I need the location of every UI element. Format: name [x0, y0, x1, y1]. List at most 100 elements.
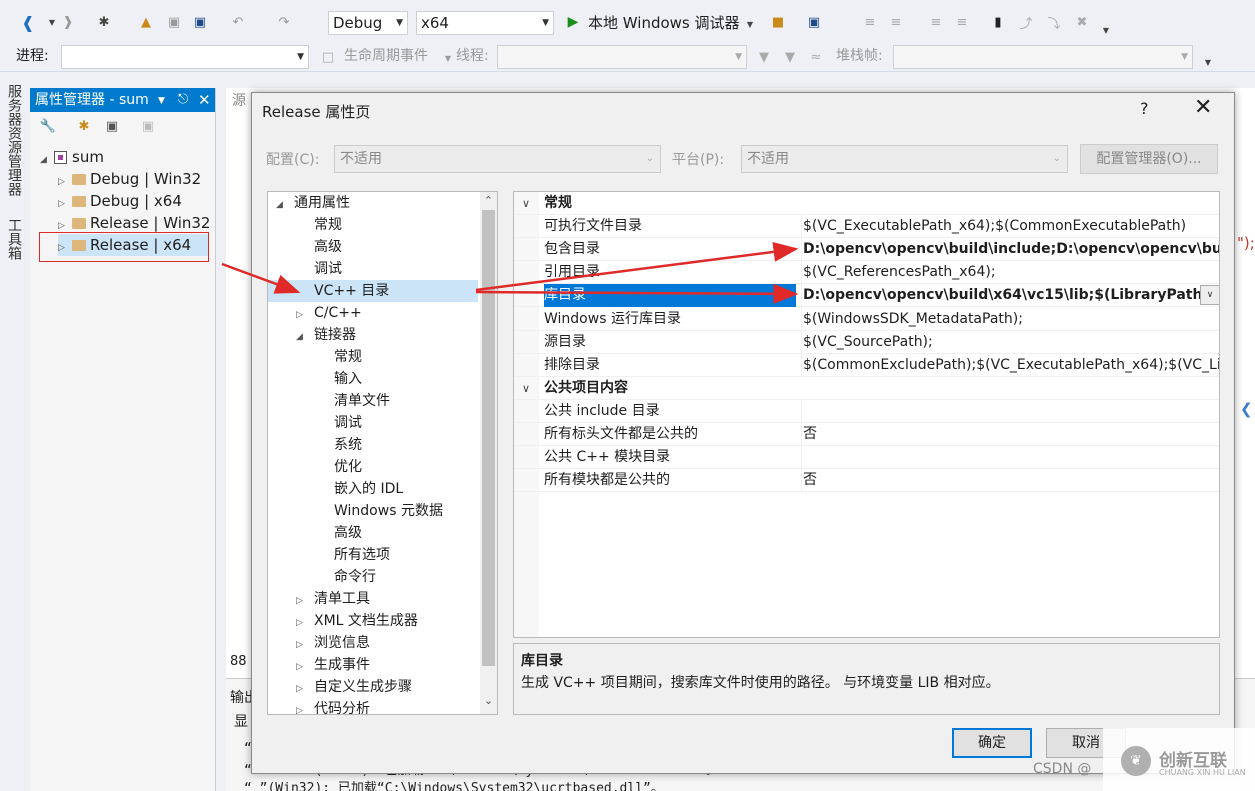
property-value[interactable]: D:\opencv\opencv\build\include;D:\opencv…: [801, 238, 1219, 262]
scroll-up-icon[interactable]: ⌃: [480, 194, 497, 207]
property-category-row[interactable]: ∨ 公共项目内容: [514, 377, 1219, 400]
collapsed-triangle-icon[interactable]: ▷: [296, 700, 308, 714]
wrench-icon[interactable]: 🔧: [40, 118, 56, 134]
pin-icon[interactable]: ⎋: [178, 88, 188, 112]
bookmark-icon[interactable]: ▮: [990, 14, 1006, 30]
property-row[interactable]: 公共 include 目录: [514, 399, 1219, 423]
indent-icon[interactable]: ≡: [928, 14, 944, 30]
process-select[interactable]: ▼: [61, 45, 309, 69]
property-row[interactable]: Windows 运行库目录 $(WindowsSDK_MetadataPath);: [514, 307, 1219, 331]
property-value[interactable]: $(VC_SourcePath);: [801, 330, 1219, 354]
toolbar-overflow-icon[interactable]: ▼: [1200, 54, 1216, 70]
back-icon[interactable]: ❰: [20, 13, 36, 32]
uncomment-icon[interactable]: ≡: [888, 14, 904, 30]
open-folder-icon[interactable]: ▲: [138, 14, 154, 30]
run-dropdown-icon[interactable]: ▼: [742, 16, 758, 32]
config-select[interactable]: 不适用 ⌄: [334, 145, 661, 173]
property-row[interactable]: 包含目录 D:\opencv\opencv\build\include;D:\op…: [514, 238, 1219, 262]
property-row[interactable]: 库目录 D:\opencv\opencv\build\x64\vc15\lib;$…: [514, 284, 1219, 308]
play-icon[interactable]: ▶: [565, 14, 581, 30]
forward-icon[interactable]: ❱: [60, 14, 76, 30]
redo-icon[interactable]: ↷: [276, 14, 292, 30]
collapse-category-icon[interactable]: ∨: [522, 377, 530, 400]
property-row[interactable]: 排除目录 $(CommonExcludePath);$(VC_Executable…: [514, 353, 1219, 377]
category-item[interactable]: 高级: [268, 236, 478, 258]
property-value[interactable]: $(WindowsSDK_MetadataPath);: [801, 307, 1219, 331]
property-row[interactable]: 引用目录 $(VC_ReferencesPath_x64);: [514, 261, 1219, 285]
outdent-icon[interactable]: ≡: [954, 14, 970, 30]
collapsed-triangle-icon[interactable]: ▷: [296, 590, 308, 612]
solution-config-select[interactable]: Debug ▼: [328, 11, 408, 35]
find-in-files-icon[interactable]: ■: [770, 14, 786, 30]
property-row[interactable]: 所有标头文件都是公共的 否: [514, 423, 1219, 446]
category-item[interactable]: VC++ 目录: [268, 280, 478, 302]
property-sheet-node[interactable]: ▷ Release | Win32: [58, 212, 210, 234]
category-item[interactable]: ▷ 自定义生成步骤: [268, 676, 478, 698]
next-bookmark-icon[interactable]: ⤵: [1046, 14, 1062, 32]
dialog-close-icon[interactable]: ✕: [1194, 95, 1212, 120]
stackframe-select[interactable]: ▼: [893, 45, 1193, 69]
save-all-icon[interactable]: ▣: [192, 14, 208, 30]
category-item[interactable]: 常规: [268, 346, 478, 368]
back-dropdown-icon[interactable]: ▼: [44, 14, 60, 30]
save-icon[interactable]: ▣: [166, 14, 182, 30]
scrollbar-thumb[interactable]: [482, 210, 495, 666]
category-item[interactable]: ▷ 代码分析: [268, 698, 478, 714]
browser-icon[interactable]: ▣: [806, 14, 822, 30]
property-value[interactable]: 否: [801, 469, 1219, 493]
category-item[interactable]: 常规: [268, 214, 478, 236]
clear-bookmarks-icon[interactable]: ✖: [1074, 14, 1090, 30]
help-button[interactable]: ?: [1140, 99, 1149, 118]
editor-tab-fragment[interactable]: 源: [232, 90, 246, 110]
collapsed-triangle-icon[interactable]: ▷: [296, 634, 308, 656]
property-value[interactable]: D:\opencv\opencv\build\x64\vc15\lib;$(Li…: [801, 284, 1219, 308]
filter-toggle-icon[interactable]: ▼: [782, 49, 798, 65]
property-value[interactable]: $(CommonExcludePath);$(VC_ExecutablePath…: [801, 353, 1219, 377]
project-node[interactable]: ◢ sum: [40, 146, 104, 168]
category-item[interactable]: ◢ 通用属性: [268, 192, 478, 214]
category-item[interactable]: 调试: [268, 258, 478, 280]
run-debugger-button[interactable]: 本地 Windows 调试器: [588, 13, 740, 33]
collapsed-triangle-icon[interactable]: ▷: [296, 304, 308, 326]
category-item[interactable]: ▷ XML 文档生成器: [268, 610, 478, 632]
property-category-row[interactable]: ∨ 常规: [514, 192, 1219, 215]
property-value[interactable]: $(VC_ExecutablePath_x64);$(CommonExecuta…: [801, 215, 1219, 239]
prev-bookmark-icon[interactable]: ⤴: [1018, 14, 1034, 32]
zoom-level[interactable]: 88: [230, 654, 247, 669]
window-menu-icon[interactable]: ▼: [158, 89, 165, 113]
category-item[interactable]: 高级: [268, 522, 478, 544]
property-value[interactable]: $(VC_ReferencesPath_x64);: [801, 261, 1219, 285]
undo-icon[interactable]: ↶: [230, 14, 246, 30]
config-manager-button[interactable]: 配置管理器(O)...: [1080, 144, 1218, 174]
property-value[interactable]: [801, 399, 1219, 423]
category-item[interactable]: 输入: [268, 368, 478, 390]
collapsed-triangle-icon[interactable]: ▷: [296, 678, 308, 700]
category-item[interactable]: 嵌入的 IDL: [268, 478, 478, 500]
collapsed-triangle-icon[interactable]: ▷: [296, 612, 308, 634]
category-item[interactable]: ▷ 浏览信息: [268, 632, 478, 654]
property-sheet-node[interactable]: ▷ Debug | Win32: [58, 168, 201, 190]
category-item[interactable]: ◢ 链接器: [268, 324, 478, 346]
collapse-category-icon[interactable]: ∨: [522, 192, 530, 215]
category-item[interactable]: ▷ 清单工具: [268, 588, 478, 610]
save-sheet-icon[interactable]: ▣: [140, 118, 156, 134]
property-value[interactable]: 否: [801, 423, 1219, 446]
property-value[interactable]: [801, 446, 1219, 470]
category-item[interactable]: 清单文件: [268, 390, 478, 412]
expanded-triangle-icon[interactable]: ◢: [276, 194, 288, 216]
tree-scrollbar[interactable]: ⌃ ⌄: [480, 192, 497, 714]
lifecycle-dropdown-icon[interactable]: ▼: [440, 50, 456, 66]
collapsed-triangle-icon[interactable]: ▷: [296, 656, 308, 678]
category-item[interactable]: ▷ 生成事件: [268, 654, 478, 676]
category-item[interactable]: 调试: [268, 412, 478, 434]
expanded-triangle-icon[interactable]: ◢: [296, 326, 308, 348]
category-item[interactable]: 优化: [268, 456, 478, 478]
thread-select[interactable]: ▼: [497, 45, 747, 69]
category-item[interactable]: 命令行: [268, 566, 478, 588]
scroll-down-icon[interactable]: ⌄: [480, 694, 497, 707]
filter-icon[interactable]: ▼: [756, 49, 772, 65]
ok-button[interactable]: 确定: [952, 728, 1032, 758]
property-row[interactable]: 公共 C++ 模块目录: [514, 446, 1219, 470]
collapse-marker-icon[interactable]: ❮: [1240, 400, 1253, 418]
value-dropdown-icon[interactable]: ∨: [1200, 285, 1219, 306]
